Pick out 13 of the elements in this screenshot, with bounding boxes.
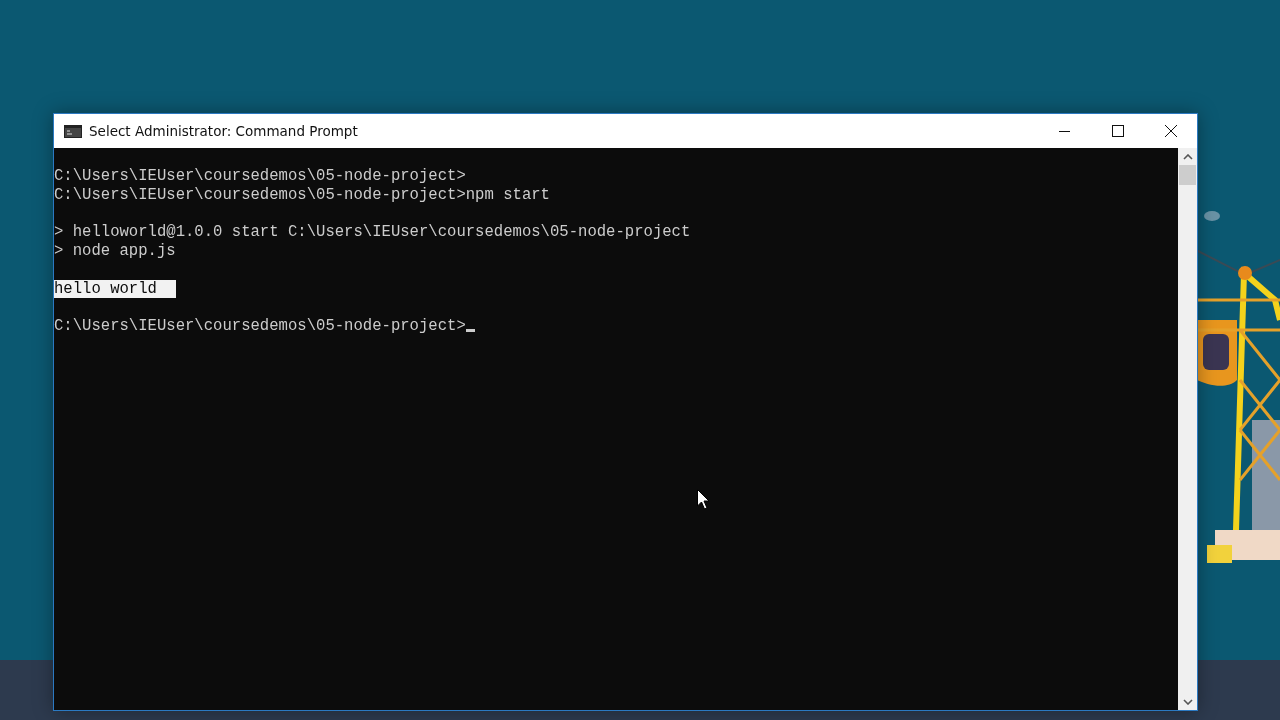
scroll-thumb[interactable] xyxy=(1179,165,1196,185)
console-line: > helloworld@1.0.0 start C:\Users\IEUser\coursedemos\05-node-project xyxy=(54,223,691,242)
scroll-bar[interactable] xyxy=(1178,148,1197,710)
mouse-pointer-icon xyxy=(697,489,710,510)
console-line: C:\Users\IEUser\coursedemos\05-node-project> xyxy=(54,166,466,186)
maximize-icon xyxy=(1111,125,1124,137)
close-icon xyxy=(1164,125,1177,137)
console-icon xyxy=(64,124,82,138)
console-line: C:\Users\IEUser\coursedemos\05-node-project> xyxy=(54,317,466,336)
window-title: Select Administrator: Command Prompt xyxy=(89,123,358,139)
console-line: > node app.js xyxy=(54,242,176,261)
console-line: C:\Users\IEUser\coursedemos\05-node-project>npm start xyxy=(54,185,550,205)
selected-text: hello world xyxy=(54,279,176,299)
